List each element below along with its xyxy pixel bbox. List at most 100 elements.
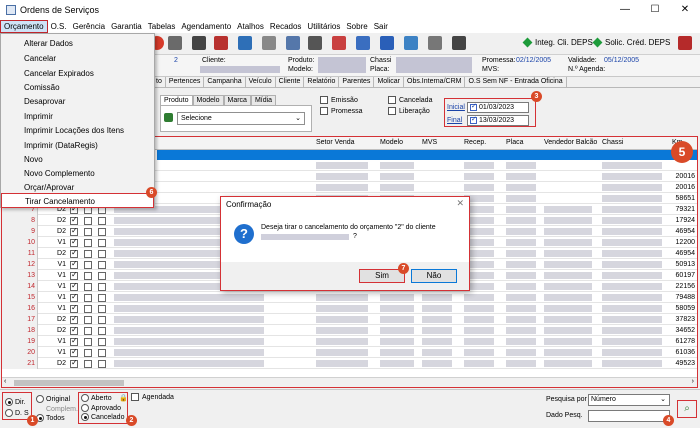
tab-molicar[interactable]: Molicar (374, 76, 404, 88)
subtab-modelo[interactable]: Modelo (192, 95, 224, 105)
menu-item-cancelar-expirados[interactable]: Cancelar Expirados (1, 66, 154, 81)
monitor-icon[interactable] (404, 36, 418, 50)
final-date-field[interactable]: 13/03/2023 (467, 115, 529, 126)
table-row[interactable]: 17 D2 37823 (2, 314, 697, 325)
row-checkbox[interactable] (70, 259, 78, 269)
row-checkbox[interactable] (70, 292, 78, 302)
row-checkbox[interactable] (84, 250, 92, 258)
tools-icon[interactable] (192, 36, 206, 50)
row-checkbox[interactable] (84, 228, 92, 236)
liberacao-checkbox[interactable]: Liberação (388, 107, 430, 115)
row-checkbox[interactable] (84, 316, 92, 324)
subtab-marca[interactable]: Marca (223, 95, 251, 105)
row-checkbox[interactable] (70, 325, 78, 335)
menu-item-imprimir[interactable]: Imprimir (1, 109, 154, 124)
row-checkbox[interactable] (98, 283, 106, 291)
calendar-icon[interactable] (332, 36, 346, 50)
subtab-produto[interactable]: Produto (160, 95, 193, 105)
cancelada-checkbox[interactable]: Cancelada (388, 96, 432, 104)
menu-item-imprimir-dataregis[interactable]: Imprimir (DataRegis) (1, 138, 154, 153)
printer-icon[interactable] (308, 36, 322, 50)
row-checkbox[interactable] (84, 305, 92, 313)
exit-icon[interactable] (678, 36, 692, 50)
col-mvs[interactable]: MVS (422, 139, 437, 146)
col-modelo[interactable]: Modelo (380, 139, 403, 146)
row-checkbox[interactable] (84, 349, 92, 357)
row-checkbox[interactable] (98, 327, 106, 335)
row-checkbox[interactable] (98, 360, 106, 368)
close-button[interactable]: ✕ (670, 0, 700, 20)
row-checkbox[interactable] (70, 358, 78, 368)
menu-item-tirar-cancelamento[interactable]: Tirar Cancelamento (1, 193, 154, 208)
book-icon[interactable] (214, 36, 228, 50)
row-checkbox[interactable] (98, 349, 106, 357)
car-icon[interactable] (262, 36, 276, 50)
horizontal-scrollbar[interactable]: ‹ › (2, 377, 697, 387)
aprovado-radio[interactable]: Aprovado (81, 404, 121, 412)
tag-icon[interactable] (286, 36, 300, 50)
tab-os-sem-nf[interactable]: O.S Sem NF - Entrada Oficina (465, 76, 567, 88)
promessa-checkbox[interactable]: Promessa (320, 107, 363, 115)
key-icon[interactable] (428, 36, 442, 50)
row-checkbox[interactable] (98, 305, 106, 313)
row-checkbox[interactable] (98, 294, 106, 302)
minimize-button[interactable]: — (610, 0, 640, 20)
org-chart-icon[interactable] (380, 36, 394, 50)
produto-select[interactable]: Selecione ⌄ (177, 112, 305, 125)
col-recep[interactable]: Recep. (464, 139, 486, 146)
menu-tabelas[interactable]: Tabelas (145, 22, 179, 31)
row-checkbox[interactable] (70, 226, 78, 236)
agendada-checkbox[interactable]: Agendada (131, 393, 174, 401)
pesquisa-select[interactable]: Número ⌄ (588, 394, 670, 406)
tab-pertences[interactable]: Pertences (166, 76, 205, 88)
original-radio[interactable]: Original (36, 395, 70, 403)
row-checkbox[interactable] (84, 272, 92, 280)
menu-item-imprimir-locacoes[interactable]: Imprimir Locações dos Itens (1, 123, 154, 138)
menu-os[interactable]: O.S. (48, 22, 70, 31)
menu-item-comissao[interactable]: Comissão (1, 80, 154, 95)
dialog-close-icon[interactable]: ✕ (456, 198, 464, 209)
row-checkbox[interactable] (84, 360, 92, 368)
row-checkbox[interactable] (84, 261, 92, 269)
row-checkbox[interactable] (70, 314, 78, 324)
row-checkbox[interactable] (70, 270, 78, 280)
menu-sair[interactable]: Sair (371, 22, 391, 31)
row-checkbox[interactable] (98, 217, 106, 225)
table-icon[interactable] (356, 36, 370, 50)
d-s-radio[interactable]: D. S (5, 409, 29, 417)
tab-veiculo[interactable]: Veículo (246, 76, 276, 88)
row-checkbox[interactable] (98, 338, 106, 346)
cancelado-radio[interactable]: Cancelado (81, 413, 124, 421)
plug-icon[interactable] (452, 36, 466, 50)
tab-parentes[interactable]: Parentes (339, 76, 375, 88)
scroll-right-icon[interactable]: › (692, 378, 694, 385)
nao-button[interactable]: Não (411, 269, 457, 283)
menu-item-novo-complemento[interactable]: Novo Complemento (1, 166, 154, 181)
menu-item-desaprovar[interactable]: Desaprovar (1, 94, 154, 109)
tab-campanha[interactable]: Campanha (204, 76, 246, 88)
row-checkbox[interactable] (70, 303, 78, 313)
col-vendedor-balcao[interactable]: Vendedor Balcão (544, 139, 597, 146)
dado-pesq-input[interactable] (588, 410, 670, 422)
inicial-date-field[interactable]: 01/03/2023 (467, 102, 529, 113)
menu-gerencia[interactable]: Gerência (70, 22, 108, 31)
maximize-button[interactable]: ☐ (640, 0, 670, 20)
tab-relatorio[interactable]: Relatório (304, 76, 340, 88)
emissao-checkbox[interactable]: Emissão (320, 96, 358, 104)
row-checkbox[interactable] (70, 336, 78, 346)
row-checkbox[interactable] (98, 261, 106, 269)
row-checkbox[interactable] (70, 281, 78, 291)
binoculars-icon[interactable]: ⌕ (677, 400, 697, 418)
row-checkbox[interactable] (98, 228, 106, 236)
menu-item-novo[interactable]: Novo (1, 152, 154, 167)
table-row[interactable]: 20 V1 61036 (2, 347, 697, 358)
menu-item-alterar-dados[interactable]: Alterar Dados (1, 36, 154, 51)
menu-atalhos[interactable]: Atalhos (234, 22, 267, 31)
row-checkbox[interactable] (70, 248, 78, 258)
grid-icon[interactable] (238, 36, 252, 50)
row-checkbox[interactable] (84, 283, 92, 291)
dir-radio[interactable]: Dir. (5, 398, 26, 406)
row-checkbox[interactable] (70, 215, 78, 225)
scroll-left-icon[interactable]: ‹ (4, 378, 6, 385)
row-checkbox[interactable] (70, 237, 78, 247)
